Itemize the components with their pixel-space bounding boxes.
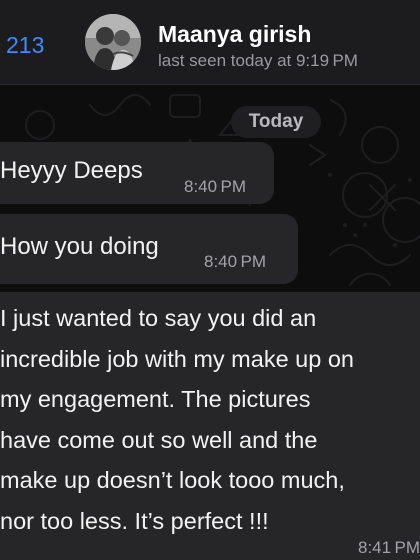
contact-name[interactable]: Maanya girish [158, 20, 311, 48]
message-line: make up doesn’t look tooo much, [0, 467, 345, 493]
message-text: How you doing [0, 233, 159, 260]
message-line: I just wanted to say you did an [0, 305, 317, 331]
message-timestamp: 8:40 PM [204, 252, 266, 271]
message-line: have come out so well and the [0, 426, 318, 453]
message-text: Heyyy Deeps [0, 157, 143, 184]
message-bubble-incoming[interactable]: I just wanted to say you did an incredib… [0, 292, 420, 560]
message-line: my engagement. The pictures [0, 386, 311, 412]
avatar-photo [85, 14, 141, 70]
message-line: nor too less. It’s perfect !!! [0, 507, 269, 534]
message-bubble-incoming[interactable]: Heyyy Deeps 8:40 PM [0, 142, 274, 204]
message-text: I just wanted to say you did an incredib… [0, 298, 420, 541]
message-line: incredible job with my make up on [0, 345, 354, 372]
chat-header: 213 Maanya girish last seen today at 9:1… [0, 0, 420, 85]
message-timestamp: 8:41 PM [358, 538, 420, 557]
avatar[interactable] [85, 14, 141, 70]
last-seen-status: last seen today at 9:19 PM [158, 51, 358, 70]
back-unread-count[interactable]: 213 [6, 30, 44, 60]
chat-screen: 213 Maanya girish last seen today at 9:1… [0, 0, 420, 560]
message-bubble-incoming[interactable]: How you doing 8:40 PM [0, 214, 298, 284]
date-separator: Today [231, 106, 321, 138]
message-timestamp: 8:40 PM [184, 177, 246, 196]
